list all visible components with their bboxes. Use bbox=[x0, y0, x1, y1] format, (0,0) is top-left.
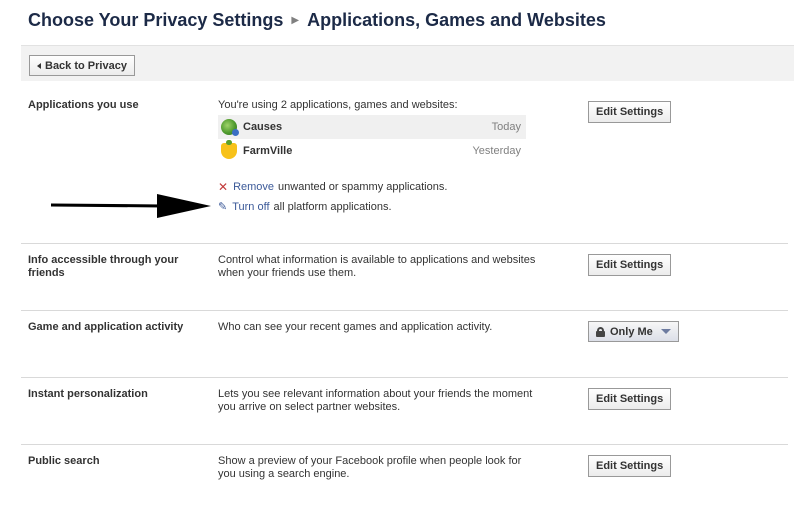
section-public-search: Public search Show a preview of your Fac… bbox=[21, 445, 788, 512]
section-game-activity: Game and application activity Who can se… bbox=[21, 311, 788, 378]
section-instant-personalization: Instant personalization Lets you see rel… bbox=[21, 378, 788, 445]
app-last-used: Today bbox=[491, 121, 521, 133]
app-list: Causes Today FarmVille Yesterday bbox=[218, 115, 526, 163]
section-description: Lets you see relevant information about … bbox=[218, 388, 533, 413]
farmville-icon bbox=[221, 140, 237, 159]
section-info-accessible: Info accessible through your friends Con… bbox=[21, 244, 788, 311]
app-last-used: Yesterday bbox=[472, 145, 521, 157]
pencil-icon: ✎ bbox=[218, 201, 228, 213]
annotation-arrow-icon bbox=[51, 194, 211, 218]
section-description: Control what information is available to… bbox=[218, 254, 536, 279]
edit-settings-button[interactable]: Edit Settings bbox=[588, 101, 672, 123]
turn-off-description: all platform applications. bbox=[273, 200, 392, 213]
toolbar: Back to Privacy bbox=[21, 45, 794, 81]
remove-x-icon: ✕ bbox=[218, 179, 229, 194]
visibility-dropdown[interactable]: Only Me bbox=[588, 321, 679, 342]
chevron-down-icon bbox=[660, 329, 671, 334]
list-item[interactable]: Causes Today bbox=[218, 115, 526, 139]
edit-settings-button[interactable]: Edit Settings bbox=[588, 388, 672, 410]
causes-icon bbox=[221, 119, 239, 136]
back-arrow-icon bbox=[37, 62, 41, 69]
edit-settings-button[interactable]: Edit Settings bbox=[588, 455, 672, 477]
breadcrumb: Choose Your Privacy Settings ▶ Applicati… bbox=[28, 8, 606, 32]
section-description: Who can see your recent games and applic… bbox=[218, 321, 493, 333]
section-description: Show a preview of your Facebook profile … bbox=[218, 455, 522, 480]
breadcrumb-root[interactable]: Choose Your Privacy Settings bbox=[28, 10, 283, 31]
dropdown-selected-value: Only Me bbox=[610, 325, 653, 338]
section-description: You're using 2 applications, games and w… bbox=[218, 99, 458, 111]
lock-icon bbox=[596, 326, 605, 337]
back-button-label: Back to Privacy bbox=[45, 59, 127, 72]
breadcrumb-separator-icon: ▶ bbox=[291, 14, 300, 26]
turn-off-platform-row: ✎ Turn off all platform applications. bbox=[218, 200, 392, 214]
section-title: Public search bbox=[28, 455, 100, 467]
back-to-privacy-button[interactable]: Back to Privacy bbox=[29, 55, 135, 76]
remove-description: unwanted or spammy applications. bbox=[278, 181, 448, 193]
section-title: Instant personalization bbox=[28, 388, 148, 400]
edit-settings-button[interactable]: Edit Settings bbox=[588, 254, 672, 276]
section-title: Info accessible through your friends bbox=[28, 254, 179, 279]
remove-link[interactable]: Remove bbox=[233, 181, 274, 193]
app-name: Causes bbox=[243, 121, 283, 133]
remove-apps-row: ✕ Remove unwanted or spammy applications… bbox=[218, 179, 448, 194]
section-title: Game and application activity bbox=[28, 321, 184, 333]
page-title: Applications, Games and Websites bbox=[307, 9, 606, 30]
app-name: FarmVille bbox=[243, 145, 293, 157]
section-title: Applications you use bbox=[28, 99, 139, 111]
turn-off-link[interactable]: Turn off bbox=[232, 201, 269, 213]
list-item[interactable]: FarmVille Yesterday bbox=[218, 139, 526, 163]
